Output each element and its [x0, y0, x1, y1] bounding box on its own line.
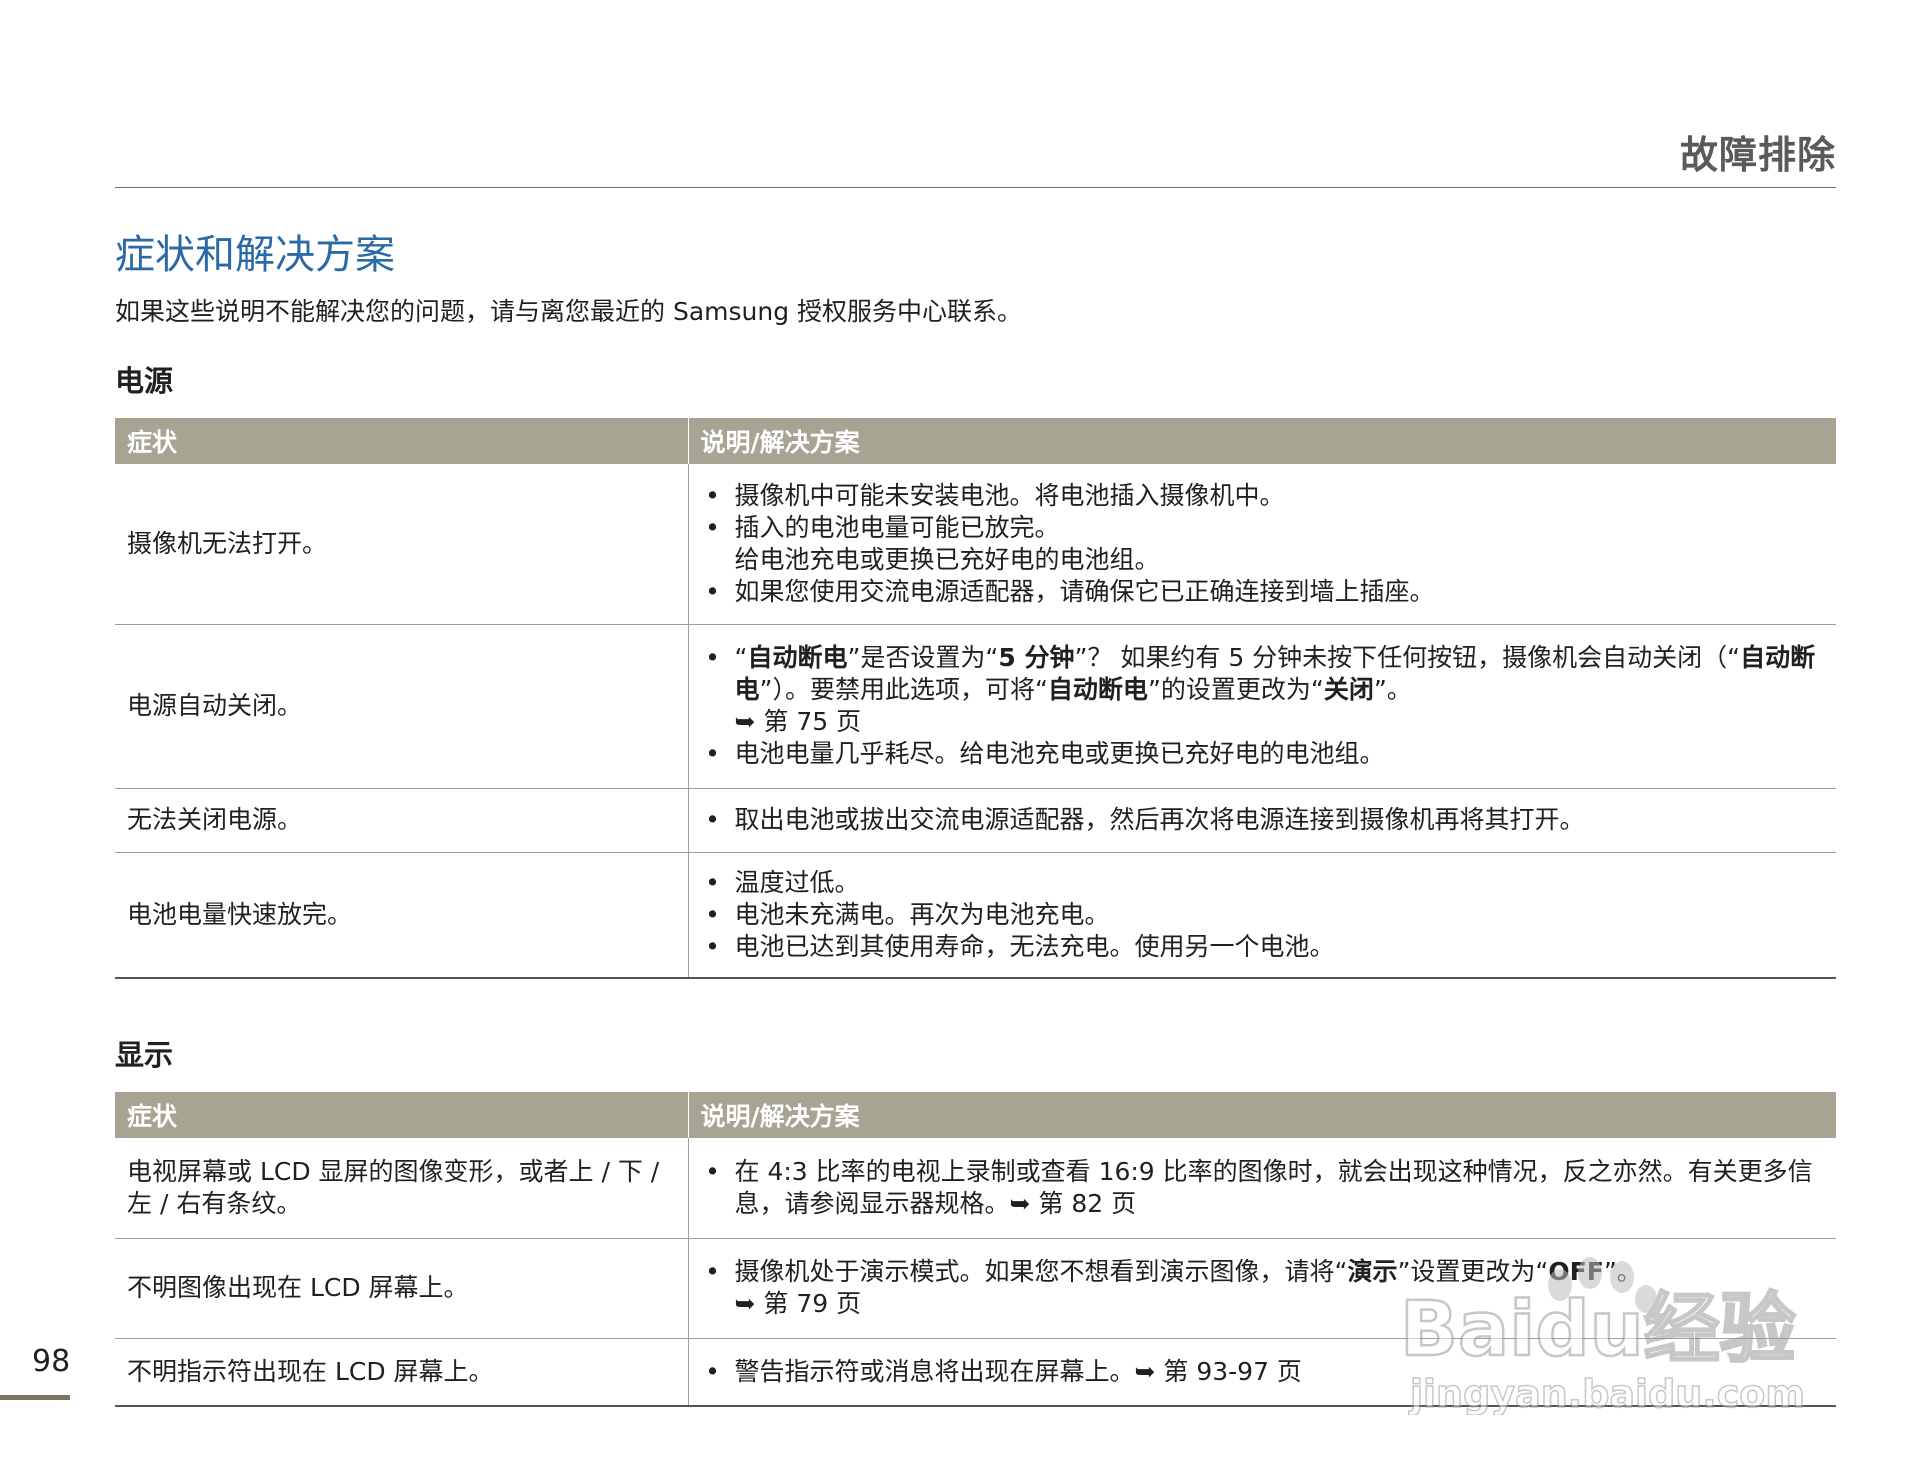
- solution-item: 温度过低。: [701, 867, 1825, 899]
- symptom-cell: 电视屏幕或 LCD 显屏的图像变形，或者上 / 下 / 左 / 右有条纹。: [115, 1138, 689, 1239]
- solution-cell: 摄像机处于演示模式。如果您不想看到演示图像，请将“演示”设置更改为“OFF”。➥…: [688, 1238, 1836, 1339]
- table-row: 不明图像出现在 LCD 屏幕上。 摄像机处于演示模式。如果您不想看到演示图像，请…: [115, 1238, 1836, 1339]
- symptom-cell: 电源自动关闭。: [115, 624, 689, 789]
- solution-cell: 警告指示符或消息将出现在屏幕上。➥ 第 93-97 页: [688, 1338, 1836, 1407]
- symptom-cell: 电池电量快速放完。: [115, 852, 689, 979]
- solution-item: 在 4:3 比率的电视上录制或查看 16:9 比率的图像时，就会出现这种情况，反…: [701, 1156, 1825, 1220]
- solution-item: “自动断电”是否设置为“5 分钟”？ 如果约有 5 分钟未按下任何按钮，摄像机会…: [701, 642, 1825, 738]
- power-table-header: 症状 说明/解决方案: [115, 418, 1836, 464]
- solution-item: 取出电池或拔出交流电源适配器，然后再次将电源连接到摄像机再将其打开。: [701, 804, 1825, 836]
- col-symptom-header: 症状: [115, 418, 689, 464]
- page-reference: ➥ 第 75 页: [734, 707, 862, 736]
- solution-cell: 温度过低。 电池未充满电。再次为电池充电。 电池已达到其使用寿命，无法充电。使用…: [688, 852, 1836, 979]
- power-table: 症状 说明/解决方案 摄像机无法打开。 摄像机中可能未安装电池。将电池插入摄像机…: [115, 418, 1836, 979]
- solution-item: 警告指示符或消息将出现在屏幕上。➥ 第 93-97 页: [701, 1356, 1825, 1388]
- col-solution-header: 说明/解决方案: [688, 418, 1836, 464]
- intro-text: 如果这些说明不能解决您的问题，请与离您最近的 Samsung 授权服务中心联系。: [115, 297, 1023, 326]
- table-row: 电视屏幕或 LCD 显屏的图像变形，或者上 / 下 / 左 / 右有条纹。 在 …: [115, 1138, 1836, 1239]
- solution-item: 摄像机中可能未安装电池。将电池插入摄像机中。: [701, 480, 1825, 512]
- table-row: 无法关闭电源。 取出电池或拔出交流电源适配器，然后再次将电源连接到摄像机再将其打…: [115, 788, 1836, 853]
- table-row: 摄像机无法打开。 摄像机中可能未安装电池。将电池插入摄像机中。 插入的电池电量可…: [115, 464, 1836, 625]
- table-row: 电池电量快速放完。 温度过低。 电池未充满电。再次为电池充电。 电池已达到其使用…: [115, 852, 1836, 979]
- chapter-title: 故障排除: [1679, 133, 1836, 177]
- solution-cell: 摄像机中可能未安装电池。将电池插入摄像机中。 插入的电池电量可能已放完。给电池充…: [688, 464, 1836, 625]
- solution-item: 如果您使用交流电源适配器，请确保它已正确连接到墙上插座。: [701, 576, 1825, 608]
- solution-item: 电池电量几乎耗尽。给电池充电或更换已充好电的电池组。: [701, 738, 1825, 770]
- table-row: 电源自动关闭。 “自动断电”是否设置为“5 分钟”？ 如果约有 5 分钟未按下任…: [115, 624, 1836, 789]
- symptom-cell: 摄像机无法打开。: [115, 464, 689, 625]
- symptom-cell: 无法关闭电源。: [115, 788, 689, 853]
- display-heading: 显示: [115, 1038, 174, 1072]
- page-number-bar: [0, 1395, 70, 1400]
- solution-item: 电池已达到其使用寿命，无法充电。使用另一个电池。: [701, 931, 1825, 963]
- solution-cell: 在 4:3 比率的电视上录制或查看 16:9 比率的图像时，就会出现这种情况，反…: [688, 1138, 1836, 1239]
- display-table-header: 症状 说明/解决方案: [115, 1092, 1836, 1138]
- power-heading: 电源: [115, 364, 174, 398]
- symptom-cell: 不明图像出现在 LCD 屏幕上。: [115, 1238, 689, 1339]
- table-row: 不明指示符出现在 LCD 屏幕上。 警告指示符或消息将出现在屏幕上。➥ 第 93…: [115, 1338, 1836, 1407]
- solution-item: 插入的电池电量可能已放完。给电池充电或更换已充好电的电池组。: [701, 512, 1825, 576]
- solution-cell: “自动断电”是否设置为“5 分钟”？ 如果约有 5 分钟未按下任何按钮，摄像机会…: [688, 624, 1836, 789]
- page-reference: ➥ 第 79 页: [734, 1289, 862, 1318]
- col-solution-header: 说明/解决方案: [688, 1092, 1836, 1138]
- solution-item: 电池未充满电。再次为电池充电。: [701, 899, 1825, 931]
- header-divider: [115, 187, 1836, 188]
- solution-item: 摄像机处于演示模式。如果您不想看到演示图像，请将“演示”设置更改为“OFF”。➥…: [701, 1256, 1825, 1320]
- display-table: 症状 说明/解决方案 电视屏幕或 LCD 显屏的图像变形，或者上 / 下 / 左…: [115, 1092, 1836, 1407]
- col-symptom-header: 症状: [115, 1092, 689, 1138]
- page-number: 98: [32, 1344, 71, 1379]
- section-title: 症状和解决方案: [115, 232, 395, 278]
- solution-cell: 取出电池或拔出交流电源适配器，然后再次将电源连接到摄像机再将其打开。: [688, 788, 1836, 853]
- symptom-cell: 不明指示符出现在 LCD 屏幕上。: [115, 1338, 689, 1407]
